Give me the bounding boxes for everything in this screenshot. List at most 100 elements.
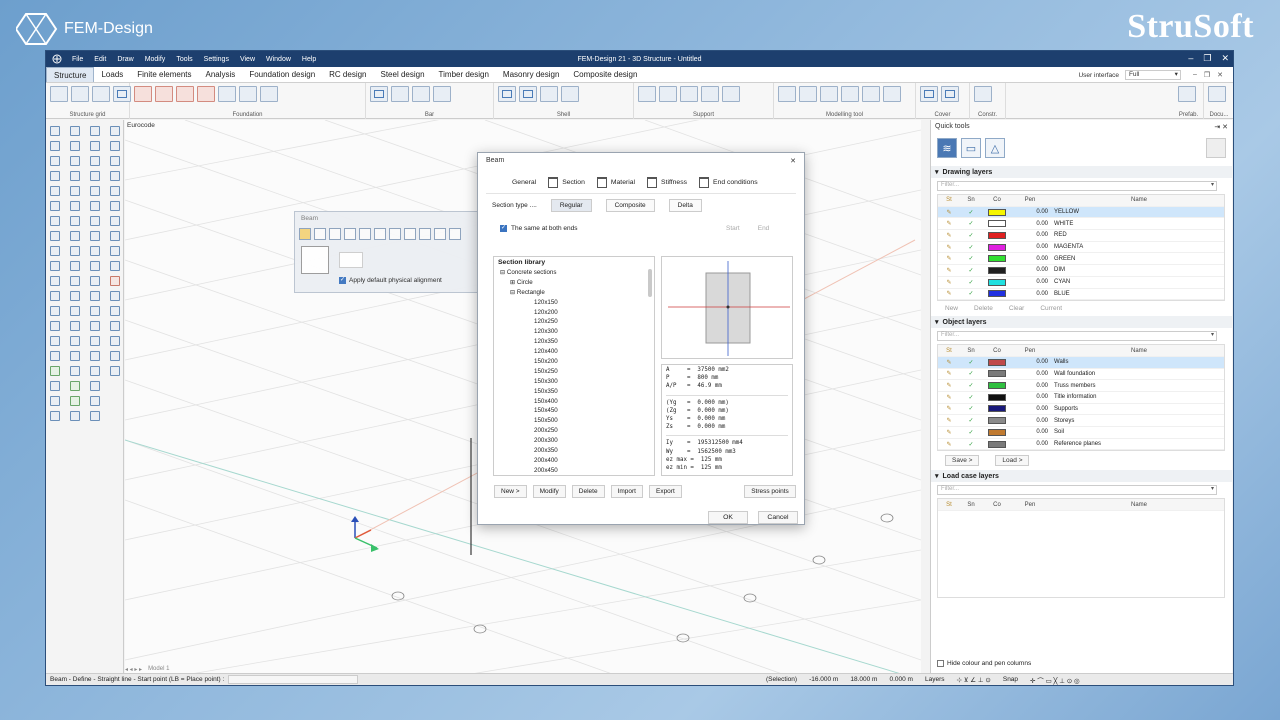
- layer-row[interactable]: ✎ ✓ 0.00 Walls: [938, 356, 1224, 369]
- zoom-icon[interactable]: [90, 126, 100, 136]
- section-type-composite[interactable]: Composite: [605, 199, 655, 212]
- print-icon[interactable]: [50, 171, 60, 181]
- move-icon[interactable]: [70, 141, 80, 151]
- edit-state-icon[interactable]: ✎: [938, 441, 960, 448]
- new-icon[interactable]: [50, 126, 60, 136]
- diagonal-icon[interactable]: [419, 228, 431, 240]
- tab-end-conditions[interactable]: End conditions: [699, 176, 758, 188]
- calculator-icon[interactable]: [90, 411, 100, 421]
- tab-structure[interactable]: Structure: [46, 67, 95, 82]
- tab-finite-elements[interactable]: Finite elements: [130, 67, 198, 82]
- roof-cover-icon[interactable]: [941, 86, 959, 102]
- tree-circle[interactable]: ⊞ Circle: [500, 278, 654, 288]
- grid-point-icon[interactable]: [50, 86, 68, 102]
- pile-icon[interactable]: [197, 86, 215, 102]
- menu-tools[interactable]: Tools: [176, 56, 192, 63]
- layer-row[interactable]: ✎ ✓ 0.00 Reference planes: [938, 439, 1224, 451]
- visible-check-icon[interactable]: ✓: [960, 209, 982, 216]
- erase-icon[interactable]: [70, 126, 80, 136]
- edit-state-icon[interactable]: ✎: [938, 279, 960, 286]
- surface-support-icon[interactable]: [680, 86, 698, 102]
- snap-modes-icon[interactable]: ✛ ⌒ ▭ ╳ ⊥ ⊙ ◎: [1030, 675, 1080, 685]
- view-top-icon[interactable]: [90, 216, 100, 226]
- excavation-icon[interactable]: [260, 86, 278, 102]
- documentation-icon[interactable]: [1208, 86, 1226, 102]
- edit-state-icon[interactable]: ✎: [938, 359, 960, 366]
- maximize-icon[interactable]: ❐: [1203, 53, 1211, 64]
- slope-icon[interactable]: [110, 156, 120, 166]
- new-section-button[interactable]: New >: [494, 485, 527, 498]
- edit-state-icon[interactable]: ✎: [938, 405, 960, 412]
- circle-target-icon[interactable]: [449, 228, 461, 240]
- text-icon[interactable]: [50, 396, 60, 406]
- layer-row[interactable]: ✎ ✓ 0.00 RED: [938, 230, 1224, 242]
- tree-concrete-sections[interactable]: ⊟ Concrete sections: [500, 268, 654, 278]
- grid-axis-icon[interactable]: [92, 86, 110, 102]
- shell-tool-icon[interactable]: [561, 86, 579, 102]
- hide-columns-checkbox[interactable]: [937, 660, 944, 667]
- bar-tool-icon[interactable]: [433, 86, 451, 102]
- tab-rc-design[interactable]: RC design: [322, 67, 373, 82]
- section-library[interactable]: Section library ⊟ Concrete sections ⊞ Ci…: [493, 256, 655, 476]
- undo-icon[interactable]: [50, 201, 60, 211]
- tree-item[interactable]: 120x400: [500, 347, 654, 357]
- visible-check-icon[interactable]: ✓: [960, 220, 982, 227]
- menu-modify[interactable]: Modify: [145, 56, 166, 63]
- zoom-window-icon[interactable]: [90, 141, 100, 151]
- layer-row[interactable]: ✎ ✓ 0.00 GREEN: [938, 253, 1224, 266]
- tree-item[interactable]: 150x450: [500, 406, 654, 416]
- list-icon[interactable]: [90, 381, 100, 391]
- circle-icon[interactable]: [50, 336, 60, 346]
- layer-row[interactable]: ✎ ✓ 0.00 YELLOW: [938, 206, 1224, 219]
- wall-foundation-icon[interactable]: [155, 86, 173, 102]
- tree-item[interactable]: 120x350: [500, 337, 654, 347]
- edit-state-icon[interactable]: ✎: [938, 220, 960, 227]
- column-icon[interactable]: [391, 86, 409, 102]
- layer-row[interactable]: ✎ ✓ 0.00 DIM: [938, 265, 1224, 277]
- command-input[interactable]: [228, 675, 359, 684]
- tree-item[interactable]: 150x350: [500, 387, 654, 397]
- direction-icon[interactable]: [329, 228, 341, 240]
- align-tool-icon[interactable]: [110, 216, 120, 226]
- funnel-icon[interactable]: [110, 171, 120, 181]
- view-front-icon[interactable]: [90, 231, 100, 241]
- visible-check-icon[interactable]: ✓: [960, 359, 982, 366]
- trim-icon[interactable]: [70, 231, 80, 241]
- layer-row[interactable]: ✎ ✓ 0.00 MAGENTA: [938, 242, 1224, 254]
- rectangle-icon[interactable]: [50, 321, 60, 331]
- chamfer-icon[interactable]: [70, 321, 80, 331]
- edit-state-icon[interactable]: ✎: [938, 417, 960, 424]
- color-swatch[interactable]: [988, 440, 1006, 448]
- support-tool-icon[interactable]: [722, 86, 740, 102]
- copy-small-icon[interactable]: [359, 228, 371, 240]
- visible-check-icon[interactable]: ✓: [960, 244, 982, 251]
- mirror-icon[interactable]: [70, 186, 80, 196]
- arrow-both-icon[interactable]: [389, 228, 401, 240]
- selection-status[interactable]: (Selection): [766, 676, 797, 683]
- offset-icon[interactable]: [70, 291, 80, 301]
- w-icon[interactable]: [110, 351, 120, 361]
- storey-icon[interactable]: [113, 86, 131, 102]
- visible-check-icon[interactable]: ✓: [960, 429, 982, 436]
- visible-check-icon[interactable]: ✓: [960, 290, 982, 297]
- layer-row[interactable]: ✎ ✓ 0.00 CYAN: [938, 277, 1224, 289]
- color-swatch[interactable]: [988, 266, 1006, 274]
- tab-section[interactable]: Section: [548, 176, 585, 188]
- edit-state-icon[interactable]: ✎: [938, 255, 960, 262]
- array-icon[interactable]: [70, 336, 80, 346]
- lock-icon[interactable]: [110, 321, 120, 331]
- color-swatch[interactable]: [988, 208, 1006, 216]
- visible-check-icon[interactable]: ✓: [960, 267, 982, 274]
- cover-tool-icon[interactable]: [883, 86, 901, 102]
- select-icon[interactable]: [50, 261, 60, 271]
- target-icon[interactable]: [434, 228, 446, 240]
- edit-state-icon[interactable]: ✎: [938, 209, 960, 216]
- visible-check-icon[interactable]: ✓: [960, 232, 982, 239]
- rotate-icon[interactable]: [70, 171, 80, 181]
- section-type-regular[interactable]: Regular: [550, 199, 592, 212]
- color-swatch[interactable]: [988, 220, 1006, 228]
- green-tool-icon[interactable]: [70, 381, 80, 391]
- hide-icon[interactable]: [90, 321, 100, 331]
- stiffness-point-icon[interactable]: [701, 86, 719, 102]
- tab-timber-design[interactable]: Timber design: [432, 67, 496, 82]
